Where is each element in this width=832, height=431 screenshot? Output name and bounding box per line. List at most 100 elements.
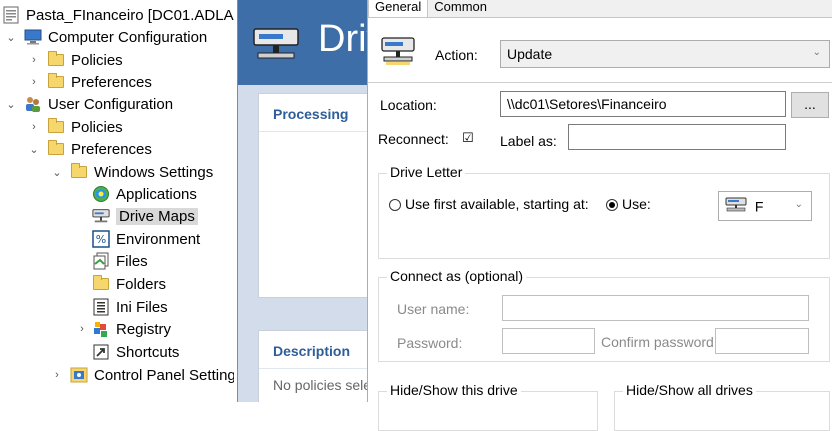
drive-letter-value: F	[754, 198, 764, 215]
tree-label: Environment	[116, 230, 201, 248]
tree-root-label: Pasta_FInanceiro [DC01.ADLAB.LOCAL] Poli…	[26, 6, 234, 24]
hide-show-this-drive-title: Hide/Show this drive	[387, 382, 521, 398]
registry-icon	[92, 320, 110, 338]
policy-document-icon	[2, 6, 20, 24]
dialog-tabs: General Common	[368, 0, 493, 18]
tree-item-user-configuration[interactable]: ⌄ User Configuration	[4, 93, 173, 115]
password-label: Password:	[397, 335, 463, 351]
action-value: Update	[507, 46, 553, 62]
description-panel: Description No policies selected	[258, 330, 367, 402]
chevron-down-icon[interactable]: ⌄	[50, 165, 64, 179]
confirm-password-label: Confirm password:	[601, 334, 718, 350]
control-panel-icon	[70, 366, 88, 384]
hide-show-all-drives-title: Hide/Show all drives	[623, 382, 756, 398]
processing-panel: Processing	[258, 93, 367, 298]
tree-item-control-panel-settings[interactable]: › Control Panel Settings	[50, 364, 234, 386]
tree-root[interactable]: Pasta_FInanceiro [DC01.ADLAB.LOCAL] Poli…	[2, 4, 234, 26]
use-radio[interactable]	[606, 199, 618, 211]
tree-label: Applications	[116, 185, 197, 203]
location-input[interactable]: \\dc01\Setores\Financeiro	[500, 91, 786, 117]
network-drive-icon	[92, 207, 110, 225]
processing-header: Processing	[259, 94, 367, 132]
folder-icon	[47, 118, 65, 136]
tree-label: Ini Files	[116, 298, 168, 316]
tree-item-files[interactable]: Files	[92, 250, 148, 272]
network-drive-icon	[380, 36, 416, 71]
chevron-down-icon: ⌄	[812, 47, 821, 58]
action-dropdown[interactable]: Update ⌄	[500, 40, 830, 68]
tree-label: Policies	[71, 51, 123, 69]
tab-general[interactable]: General	[368, 0, 429, 18]
drive-letter-group: Drive Letter Use first available, starti…	[378, 164, 830, 259]
files-icon	[92, 252, 110, 270]
chevron-down-icon[interactable]: ⌄	[4, 97, 18, 111]
shortcut-icon	[92, 343, 110, 361]
chevron-right-icon[interactable]: ›	[27, 120, 41, 134]
drive-letter-title: Drive Letter	[387, 164, 466, 180]
navigation-tree: Pasta_FInanceiro [DC01.ADLAB.LOCAL] Poli…	[0, 0, 234, 402]
tree-item-ini-files[interactable]: Ini Files	[92, 296, 168, 318]
banner-title: Drive Maps	[318, 18, 367, 60]
general-tab-page: Action: Update ⌄ Location: \\dc01\Setore…	[368, 17, 832, 431]
divider	[368, 82, 832, 83]
svg-text:%: %	[96, 233, 106, 246]
tree-item-computer-configuration[interactable]: ⌄ Computer Configuration	[4, 26, 207, 48]
connect-as-group: Connect as (optional) User name: Passwor…	[378, 268, 830, 362]
tree-label: Files	[116, 252, 148, 270]
chevron-down-icon[interactable]: ⌄	[4, 30, 18, 44]
network-drive-icon	[725, 197, 747, 216]
reconnect-label: Reconnect:	[378, 131, 449, 147]
drive-letter-dropdown[interactable]: F ⌄	[718, 191, 812, 221]
tree-item-environment[interactable]: % Environment	[92, 228, 200, 250]
user-name-label: User name:	[397, 301, 470, 317]
hide-show-all-drives-group: Hide/Show all drives	[614, 382, 830, 431]
use-first-available-radio[interactable]	[389, 199, 401, 211]
chevron-right-icon[interactable]: ›	[27, 53, 41, 67]
chevron-right-icon[interactable]: ›	[50, 368, 64, 382]
details-pane: Drive Maps Processing Description No pol…	[237, 0, 367, 402]
tree-label: Registry	[116, 320, 172, 338]
tree-item-uc-preferences[interactable]: ⌄ Preferences	[27, 138, 152, 160]
label-as-label: Label as:	[500, 133, 557, 149]
chevron-down-icon[interactable]: ⌄	[27, 142, 41, 156]
chevron-right-icon[interactable]: ›	[75, 322, 89, 336]
network-drive-icon	[252, 26, 300, 67]
password-input[interactable]	[502, 328, 595, 354]
tree-item-folders[interactable]: Folders	[92, 273, 166, 295]
environment-icon: %	[92, 230, 110, 248]
drive-properties-dialog: General Common Action: Update ⌄ Location…	[367, 0, 832, 431]
tree-label: Policies	[71, 118, 123, 136]
tree-item-shortcuts[interactable]: Shortcuts	[92, 341, 179, 363]
tree-label: Folders	[116, 275, 167, 293]
tree-item-drive-maps[interactable]: Drive Maps	[92, 205, 198, 227]
tree-label: Windows Settings	[94, 163, 214, 181]
folder-icon	[92, 275, 110, 293]
description-header: Description	[259, 331, 367, 369]
reconnect-checkbox[interactable]: ☑	[462, 130, 474, 146]
connect-as-title: Connect as (optional)	[387, 268, 527, 284]
use-first-available-label: Use first available, starting at:	[405, 196, 589, 212]
tree-label: User Configuration	[48, 95, 174, 113]
folder-icon	[47, 140, 65, 158]
hide-show-this-drive-group: Hide/Show this drive	[378, 382, 598, 431]
location-label: Location:	[380, 97, 437, 113]
label-as-input[interactable]	[568, 124, 786, 150]
tree-item-applications[interactable]: Applications	[92, 183, 197, 205]
tree-item-cc-preferences[interactable]: › Preferences	[27, 71, 152, 93]
header-banner: Drive Maps	[238, 0, 367, 85]
tree-item-windows-settings[interactable]: ⌄ Windows Settings	[50, 161, 213, 183]
tree-item-uc-policies[interactable]: › Policies	[27, 116, 123, 138]
browse-button[interactable]: ...	[791, 92, 829, 118]
computer-icon	[24, 28, 42, 46]
use-label: Use:	[622, 196, 651, 212]
confirm-password-input[interactable]	[715, 328, 809, 354]
tree-item-registry[interactable]: › Registry	[75, 318, 171, 340]
users-icon	[24, 95, 42, 113]
user-name-input[interactable]	[502, 295, 809, 321]
tab-common[interactable]: Common	[428, 0, 493, 18]
tree-label: Shortcuts	[116, 343, 180, 361]
chevron-right-icon[interactable]: ›	[27, 75, 41, 89]
applications-icon	[92, 185, 110, 203]
tree-label: Computer Configuration	[48, 28, 208, 46]
tree-item-cc-policies[interactable]: › Policies	[27, 49, 123, 71]
